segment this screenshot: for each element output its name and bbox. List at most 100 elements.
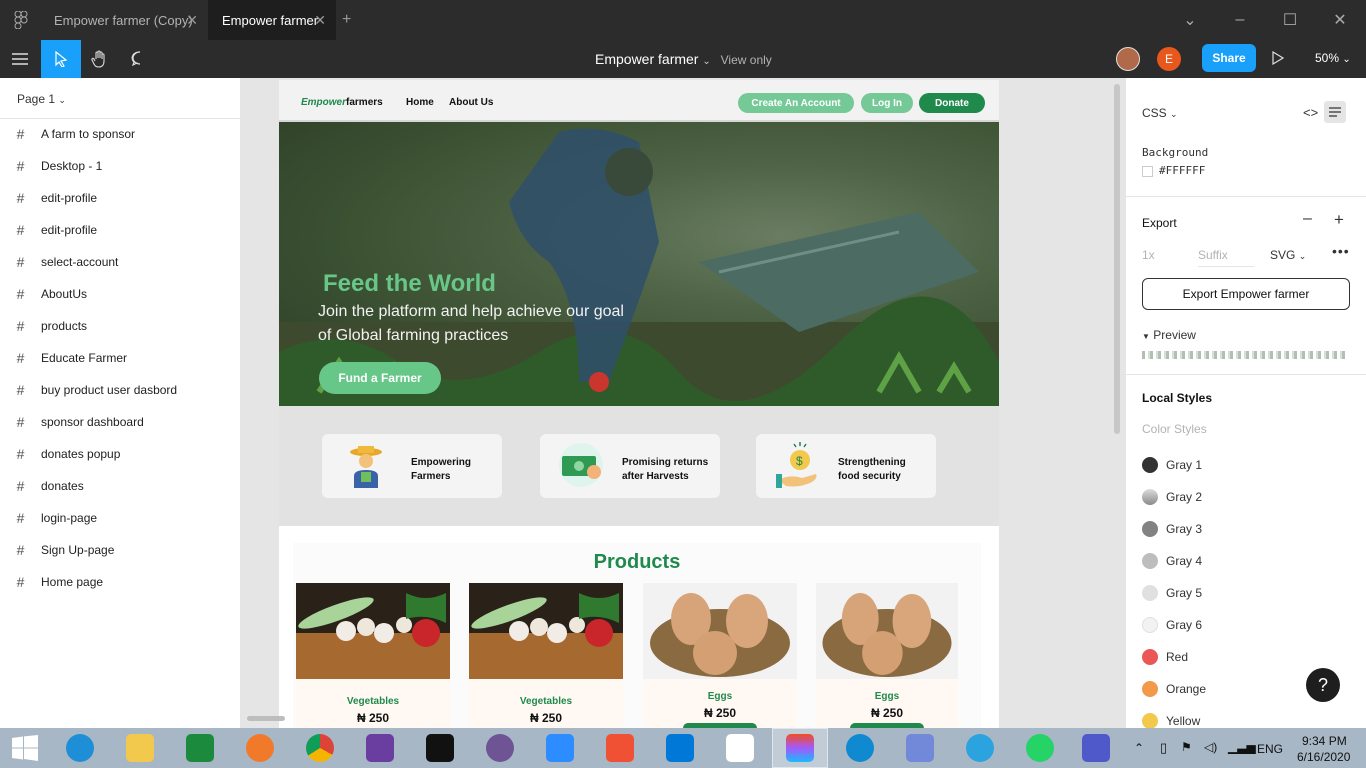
language-indicator[interactable]: ENG bbox=[1257, 742, 1283, 756]
figma-menu-icon[interactable] bbox=[14, 11, 28, 29]
telegram-icon[interactable] bbox=[966, 734, 994, 762]
edge-icon[interactable] bbox=[846, 734, 874, 762]
help-button[interactable]: ? bbox=[1306, 668, 1340, 702]
main-menu-button[interactable] bbox=[0, 40, 40, 78]
volume-icon[interactable]: ◁) bbox=[1204, 740, 1217, 754]
canvas[interactable]: Empowerfarmers Home About Us Create An A… bbox=[242, 78, 1125, 728]
share-button[interactable]: Share bbox=[1202, 44, 1256, 72]
git-icon[interactable] bbox=[606, 734, 634, 762]
flag-icon[interactable]: ⚑ bbox=[1181, 740, 1192, 754]
layer-frame[interactable]: # donates popup bbox=[0, 438, 241, 470]
color-style-gray-6[interactable]: Gray 6 bbox=[1142, 615, 1342, 635]
page-selector[interactable]: Page 1 ⌄ bbox=[17, 92, 66, 106]
tab-empower-farmer[interactable]: Empower farmer ✕ bbox=[208, 0, 336, 40]
tray-chevron-up-icon[interactable]: ⌃ bbox=[1134, 741, 1144, 755]
product-card[interactable]: Eggs ₦ 250 bbox=[643, 583, 797, 728]
layer-frame[interactable]: # Home page bbox=[0, 566, 241, 598]
layer-frame[interactable]: # sponsor dashboard bbox=[0, 406, 241, 438]
store-icon[interactable] bbox=[186, 734, 214, 762]
nav-about-link[interactable]: About Us bbox=[449, 97, 493, 108]
close-tab-icon[interactable]: ✕ bbox=[186, 12, 198, 29]
layer-frame[interactable]: # select-account bbox=[0, 246, 241, 278]
zoom-icon[interactable] bbox=[546, 734, 574, 762]
home-page-frame[interactable]: Empowerfarmers Home About Us Create An A… bbox=[279, 80, 999, 728]
layer-frame[interactable]: # A farm to sponsor bbox=[0, 118, 241, 150]
vscode-icon[interactable] bbox=[666, 734, 694, 762]
internet-explorer-icon[interactable] bbox=[66, 734, 94, 762]
firefox-icon[interactable] bbox=[246, 734, 274, 762]
export-scale[interactable]: 1x bbox=[1142, 248, 1155, 262]
layer-frame[interactable]: # login-page bbox=[0, 502, 241, 534]
user-avatar-photo[interactable] bbox=[1116, 47, 1140, 71]
chrome-icon[interactable] bbox=[306, 734, 334, 762]
layer-frame[interactable]: # AboutUs bbox=[0, 278, 241, 310]
export-button[interactable]: Export Empower farmer bbox=[1142, 278, 1350, 310]
products-section: Products Vegetables ₦ 250 Vegetables ₦ 2… bbox=[293, 543, 981, 728]
comment-tool-button[interactable] bbox=[120, 40, 160, 78]
terminal-icon[interactable] bbox=[426, 734, 454, 762]
discord-icon[interactable] bbox=[906, 734, 934, 762]
clock-time[interactable]: 9:34 PM bbox=[1302, 734, 1347, 748]
remove-export-button[interactable]: – bbox=[1303, 210, 1312, 228]
code-language-dropdown[interactable]: CSS ⌄ bbox=[1142, 106, 1178, 120]
visual-studio-icon[interactable] bbox=[366, 734, 394, 762]
product-card[interactable]: Vegetables ₦ 250 bbox=[296, 583, 450, 728]
style-name: Gray 5 bbox=[1166, 586, 1203, 600]
create-account-button[interactable]: Create An Account bbox=[738, 93, 854, 113]
layer-frame[interactable]: # buy product user dasbord bbox=[0, 374, 241, 406]
close-tab-icon[interactable]: ✕ bbox=[314, 12, 326, 29]
windows-start-icon[interactable] bbox=[12, 735, 38, 761]
teams-icon[interactable] bbox=[1082, 734, 1110, 762]
user-avatar-e[interactable]: E bbox=[1157, 47, 1181, 71]
close-window-button[interactable]: ✕ bbox=[1315, 0, 1365, 40]
minimize-button[interactable]: – bbox=[1215, 0, 1265, 40]
battery-icon[interactable]: ▯ bbox=[1160, 740, 1167, 756]
figma-icon[interactable] bbox=[786, 734, 814, 762]
product-card[interactable]: Vegetables ₦ 250 bbox=[469, 583, 623, 728]
vertical-scrollbar[interactable] bbox=[1114, 84, 1120, 434]
move-tool-button[interactable] bbox=[41, 40, 81, 78]
file-explorer-icon[interactable] bbox=[126, 734, 154, 762]
layer-frame[interactable]: # products bbox=[0, 310, 241, 342]
code-view-icon[interactable]: <> bbox=[1303, 105, 1318, 120]
slack-icon[interactable] bbox=[726, 734, 754, 762]
export-suffix-input[interactable]: Suffix bbox=[1198, 248, 1254, 267]
product-card[interactable]: Eggs ₦ 250 bbox=[816, 583, 958, 728]
layer-frame[interactable]: # Educate Farmer bbox=[0, 342, 241, 374]
export-format-dropdown[interactable]: SVG ⌄ bbox=[1270, 248, 1306, 262]
color-style-gray-5[interactable]: Gray 5 bbox=[1142, 583, 1342, 603]
list-view-icon[interactable] bbox=[1324, 101, 1346, 123]
github-desktop-icon[interactable] bbox=[486, 734, 514, 762]
present-play-icon[interactable] bbox=[1272, 50, 1285, 70]
chevron-down-icon[interactable]: ⌄ bbox=[1165, 0, 1215, 40]
zoom-dropdown[interactable]: 50% ⌄ bbox=[1315, 51, 1351, 65]
color-style-gray-3[interactable]: Gray 3 bbox=[1142, 519, 1342, 539]
whatsapp-icon[interactable] bbox=[1026, 734, 1054, 762]
color-style-red[interactable]: Red bbox=[1142, 647, 1342, 667]
maximize-button[interactable]: ☐ bbox=[1265, 0, 1315, 40]
clock-date[interactable]: 6/16/2020 bbox=[1297, 750, 1350, 764]
tab-label: Empower farmer (Copy) bbox=[54, 12, 193, 28]
network-icon[interactable]: ▁▃▅ bbox=[1228, 740, 1256, 754]
new-tab-button[interactable]: + bbox=[342, 11, 351, 29]
add-export-button[interactable]: + bbox=[1334, 210, 1344, 230]
color-style-gray-1[interactable]: Gray 1 bbox=[1142, 455, 1342, 475]
donate-button[interactable]: Donate bbox=[919, 93, 985, 113]
fund-farmer-button[interactable]: Fund a Farmer bbox=[319, 362, 441, 394]
hand-tool-button[interactable] bbox=[80, 40, 120, 78]
layer-frame[interactable]: # Sign Up-page bbox=[0, 534, 241, 566]
more-options-icon[interactable]: ••• bbox=[1332, 243, 1350, 259]
preview-toggle[interactable]: ▼ Preview bbox=[1142, 328, 1196, 342]
nav-home-link[interactable]: Home bbox=[406, 97, 434, 108]
layer-frame[interactable]: # Desktop - 1 bbox=[0, 150, 241, 182]
layer-frame[interactable]: # edit-profile bbox=[0, 214, 241, 246]
document-title[interactable]: Empower farmer ⌄ View only bbox=[595, 51, 772, 67]
color-style-gray-4[interactable]: Gray 4 bbox=[1142, 551, 1342, 571]
layer-frame[interactable]: # donates bbox=[0, 470, 241, 502]
tab-empower-farmer-copy[interactable]: Empower farmer (Copy) ✕ bbox=[40, 0, 208, 40]
login-button[interactable]: Log In bbox=[861, 93, 913, 113]
color-style-gray-2[interactable]: Gray 2 bbox=[1142, 487, 1342, 507]
site-logo[interactable]: Empowerfarmers bbox=[301, 97, 383, 108]
layer-frame[interactable]: # edit-profile bbox=[0, 182, 241, 214]
horizontal-scrollbar[interactable] bbox=[247, 716, 285, 721]
